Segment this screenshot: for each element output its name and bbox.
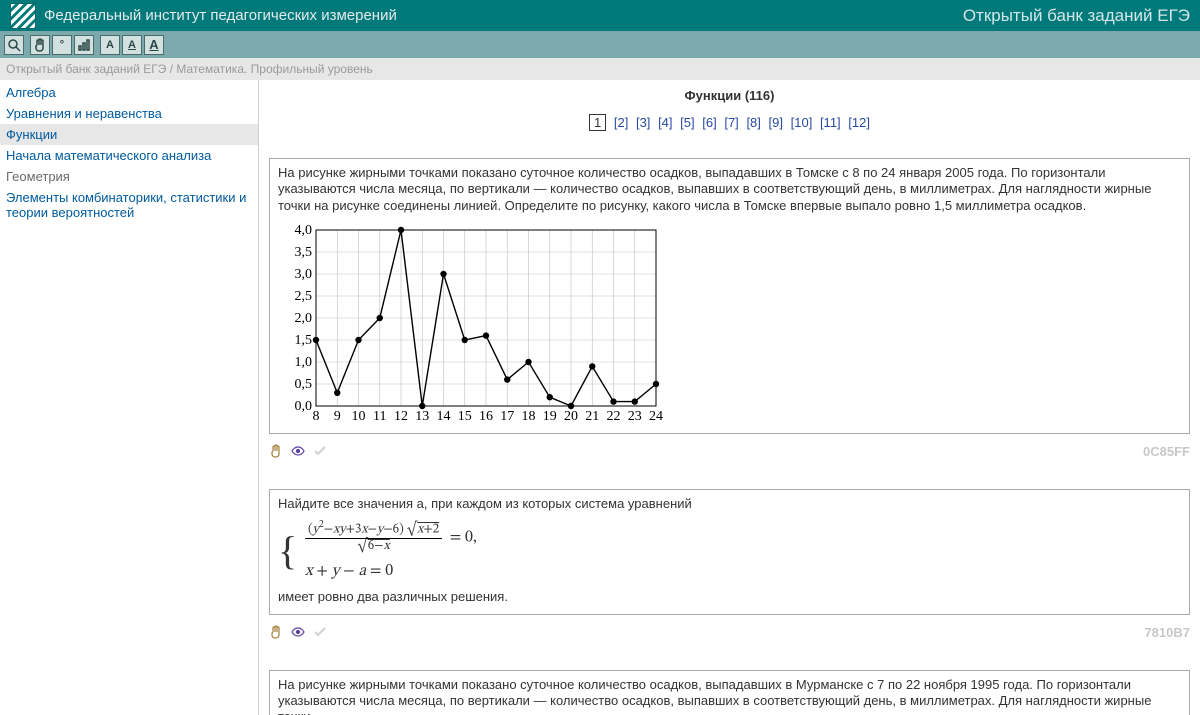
svg-text:1,0: 1,0	[295, 355, 313, 370]
svg-text:2,0: 2,0	[295, 311, 313, 326]
sidebar-item-algebra[interactable]: Алгебра	[0, 82, 258, 103]
stats-icon[interactable]	[74, 35, 94, 55]
font-medium-button[interactable]: A	[122, 35, 142, 55]
check-icon[interactable]	[313, 444, 327, 458]
hand-icon[interactable]	[269, 625, 283, 639]
institute-title: Федеральный институт педагогических изме…	[44, 7, 397, 24]
hand-icon[interactable]	[269, 444, 283, 458]
svg-text:22: 22	[607, 409, 621, 422]
svg-text:23: 23	[628, 409, 642, 422]
svg-text:2,5: 2,5	[295, 289, 313, 304]
task-card: На рисунке жирными точками показано суто…	[269, 158, 1190, 434]
top-bar: Федеральный институт педагогических изме…	[0, 0, 1200, 31]
check-icon[interactable]	[313, 625, 327, 639]
svg-text:0,0: 0,0	[295, 399, 313, 414]
sidebar-item-functions[interactable]: Функции	[0, 124, 258, 145]
logo	[10, 3, 36, 29]
pager: 1 [2] [3] [4] [5] [6] [7] [8] [9] [10] […	[269, 115, 1190, 130]
sidebar-item-geometry: Геометрия	[0, 166, 258, 187]
task-intro: Найдите все значения a, при каждом из ко…	[278, 496, 1181, 512]
eye-icon[interactable]	[291, 444, 305, 458]
svg-text:24: 24	[649, 409, 663, 422]
task-card: На рисунке жирными точками показано суто…	[269, 670, 1190, 715]
precipitation-chart: 0,0 0,5 1,0 1,5 2,0 2,5 3,0 3,5 4,0 8 9 10 11 12 13 14 1…	[278, 222, 1181, 425]
svg-text:3,0: 3,0	[295, 267, 313, 282]
svg-text:21: 21	[585, 409, 599, 422]
svg-text:4,0: 4,0	[295, 223, 313, 238]
pager-link[interactable]: [5]	[680, 115, 694, 130]
svg-text:9: 9	[334, 409, 341, 422]
pager-link[interactable]: [11]	[820, 115, 841, 130]
svg-text:8: 8	[313, 409, 320, 422]
svg-text:1,5: 1,5	[295, 333, 313, 348]
svg-text:19: 19	[543, 409, 557, 422]
svg-text:18: 18	[522, 409, 536, 422]
search-icon[interactable]	[4, 35, 24, 55]
svg-text:12: 12	[394, 409, 408, 422]
svg-text:14: 14	[437, 409, 451, 422]
pager-link[interactable]: [9]	[769, 115, 783, 130]
main-content: Функции (116) 1 [2] [3] [4] [5] [6] [7] …	[259, 80, 1200, 715]
hand-icon[interactable]	[30, 35, 50, 55]
breadcrumb: Открытый банк заданий ЕГЭ / Математика. …	[0, 58, 1200, 80]
svg-text:15: 15	[458, 409, 472, 422]
svg-text:0,5: 0,5	[295, 377, 313, 392]
task-id: 0C85FF	[1143, 444, 1190, 459]
font-large-button[interactable]: A	[144, 35, 164, 55]
sidebar-item-equations[interactable]: Уравнения и неравенства	[0, 103, 258, 124]
sidebar-item-combinatorics[interactable]: Элементы комбинаторики, статистики и тео…	[0, 187, 258, 223]
sidebar: Алгебра Уравнения и неравенства Функции …	[0, 80, 259, 715]
pager-current[interactable]: 1	[589, 114, 606, 131]
page-title: Функции (116)	[269, 88, 1190, 103]
svg-text:10: 10	[352, 409, 366, 422]
font-small-button[interactable]: A	[100, 35, 120, 55]
pager-link[interactable]: [2]	[614, 115, 628, 130]
equation-system: { (y2−xy+3x−y−6) √x+2 √6−x = 0, x + y − …	[278, 520, 1181, 581]
task-id: 7810B7	[1144, 625, 1190, 640]
pager-link[interactable]: [3]	[636, 115, 650, 130]
svg-text:11: 11	[373, 409, 386, 422]
svg-text:16: 16	[479, 409, 493, 422]
pager-link[interactable]: [12]	[848, 115, 870, 130]
sidebar-item-calculus[interactable]: Начала математического анализа	[0, 145, 258, 166]
eye-icon[interactable]	[291, 625, 305, 639]
bank-title: Открытый банк заданий ЕГЭ	[963, 6, 1190, 26]
svg-text:13: 13	[415, 409, 429, 422]
pager-link[interactable]: [4]	[658, 115, 672, 130]
degree-icon[interactable]: °	[52, 35, 72, 55]
task-card: Найдите все значения a, при каждом из ко…	[269, 489, 1190, 615]
task-outro: имеет ровно два различных решения.	[278, 589, 1181, 605]
svg-text:3,5: 3,5	[295, 245, 313, 260]
pager-link[interactable]: [7]	[724, 115, 738, 130]
pager-link[interactable]: [10]	[791, 115, 813, 130]
pager-link[interactable]: [8]	[746, 115, 760, 130]
svg-text:17: 17	[500, 409, 514, 422]
svg-text:20: 20	[564, 409, 578, 422]
pager-link[interactable]: [6]	[702, 115, 716, 130]
toolbar: ° A A A	[0, 31, 1200, 58]
task-text: На рисунке жирными точками показано суто…	[278, 165, 1181, 214]
